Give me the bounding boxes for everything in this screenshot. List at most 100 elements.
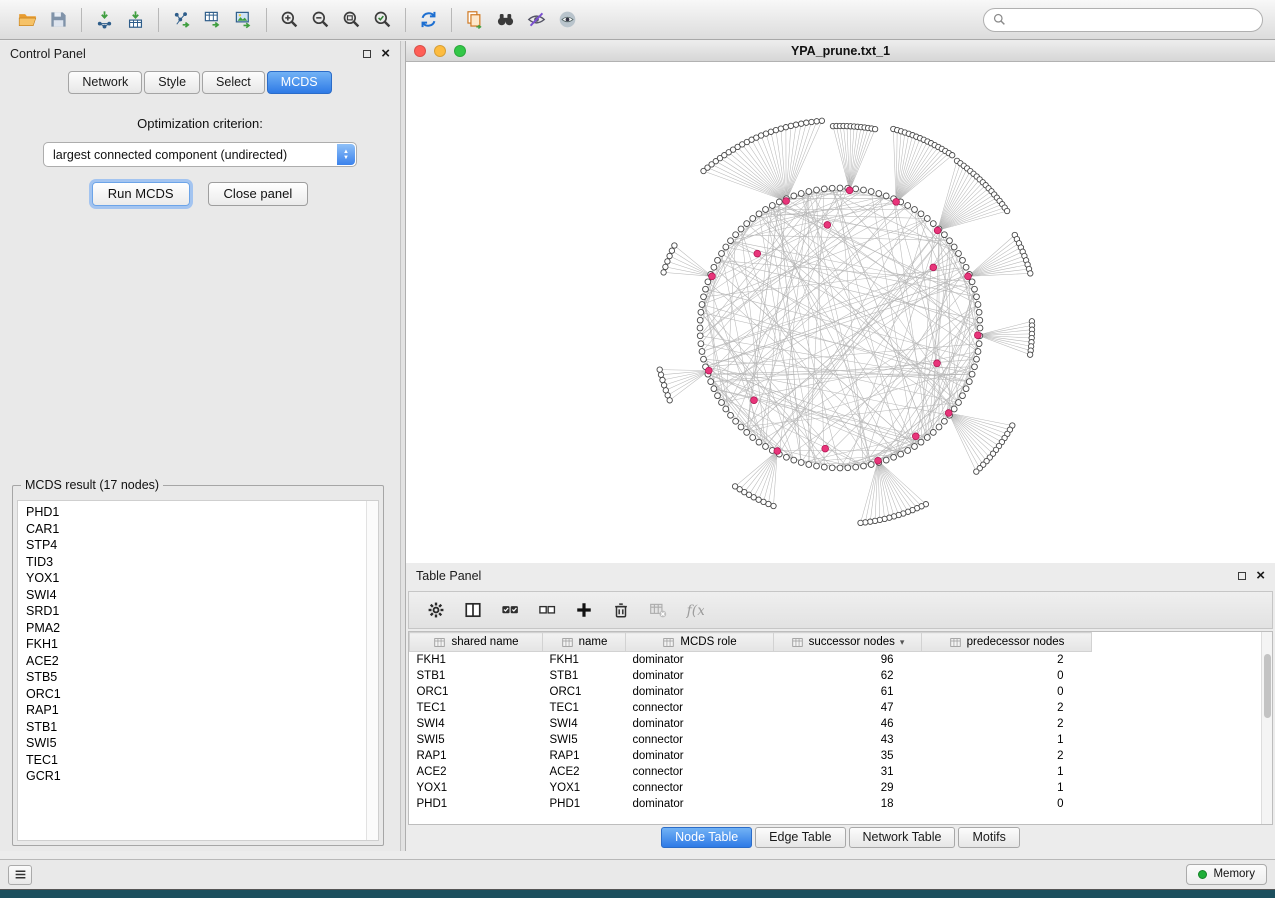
tab-edge-table[interactable]: Edge Table	[755, 827, 845, 848]
result-item[interactable]: TID3	[26, 554, 370, 571]
table-cell[interactable]: SWI4	[543, 716, 626, 732]
table-row[interactable]: SWI4SWI4dominator462	[410, 716, 1263, 732]
binoculars-button[interactable]	[490, 5, 521, 35]
table-cell[interactable]: ACE2	[410, 764, 543, 780]
hide-eye-button[interactable]	[521, 5, 552, 35]
table-cell[interactable]: SWI5	[410, 732, 543, 748]
table-cell[interactable]: 2	[922, 700, 1092, 716]
table-row[interactable]: SWI5SWI5connector431	[410, 732, 1263, 748]
table-cell[interactable]: dominator	[626, 668, 774, 684]
table-row[interactable]: RAP1RAP1dominator352	[410, 748, 1263, 764]
result-item[interactable]: RAP1	[26, 702, 370, 719]
table-cell[interactable]: connector	[626, 700, 774, 716]
close-panel-icon[interactable]: ×	[381, 49, 390, 59]
table-cell[interactable]: 62	[774, 668, 922, 684]
table-cell[interactable]: 96	[774, 652, 922, 668]
table-cell[interactable]: STB1	[543, 668, 626, 684]
table-cell[interactable]: FKH1	[410, 652, 543, 668]
table-scrollbar-thumb[interactable]	[1264, 654, 1271, 718]
table-cell[interactable]: YOX1	[410, 780, 543, 796]
table-cell[interactable]: connector	[626, 780, 774, 796]
table-cell[interactable]: dominator	[626, 716, 774, 732]
network-graph[interactable]	[406, 62, 1275, 563]
table-cell[interactable]: SWI4	[410, 716, 543, 732]
table-cell[interactable]: dominator	[626, 652, 774, 668]
fx-button[interactable]: f(x)	[680, 596, 710, 624]
copy-button[interactable]	[459, 5, 490, 35]
close-panel-button[interactable]: Close panel	[208, 182, 309, 206]
table-cell[interactable]: 31	[774, 764, 922, 780]
disabled-table-button[interactable]	[643, 596, 673, 624]
table-cell[interactable]: ORC1	[543, 684, 626, 700]
table-cell[interactable]: dominator	[626, 684, 774, 700]
table-cell[interactable]: 2	[922, 652, 1092, 668]
task-history-button[interactable]	[8, 865, 32, 885]
table-row[interactable]: STB1STB1dominator620	[410, 668, 1263, 684]
tab-motifs[interactable]: Motifs	[958, 827, 1019, 848]
result-item[interactable]: YOX1	[26, 570, 370, 587]
table-row[interactable]: ORC1ORC1dominator610	[410, 684, 1263, 700]
tab-network[interactable]: Network	[68, 71, 142, 94]
eye-button[interactable]	[552, 5, 583, 35]
table-cell[interactable]: RAP1	[543, 748, 626, 764]
import-table-button[interactable]	[120, 5, 151, 35]
result-item[interactable]: SWI4	[26, 587, 370, 604]
table-row[interactable]: TEC1TEC1connector472	[410, 700, 1263, 716]
column-header-predecessor-nodes[interactable]: predecessor nodes	[922, 633, 1092, 652]
tab-mcds[interactable]: MCDS	[267, 71, 332, 94]
close-table-panel-icon[interactable]: ×	[1256, 571, 1265, 581]
search-box[interactable]	[983, 8, 1263, 32]
table-cell[interactable]: 1	[922, 732, 1092, 748]
network-canvas[interactable]	[406, 62, 1275, 563]
table-cell[interactable]: TEC1	[410, 700, 543, 716]
result-item[interactable]: ACE2	[26, 653, 370, 670]
table-row[interactable]: ACE2ACE2connector311	[410, 764, 1263, 780]
table-cell[interactable]: 0	[922, 796, 1092, 812]
table-cell[interactable]: 18	[774, 796, 922, 812]
table-row[interactable]: FKH1FKH1dominator962	[410, 652, 1263, 668]
import-net-button[interactable]	[89, 5, 120, 35]
table-cell[interactable]: ACE2	[543, 764, 626, 780]
network-titlebar[interactable]: YPA_prune.txt_1	[406, 41, 1275, 62]
zoom-in-button[interactable]	[274, 5, 305, 35]
export-img-button[interactable]	[228, 5, 259, 35]
table-cell[interactable]: connector	[626, 764, 774, 780]
table-cell[interactable]: YOX1	[543, 780, 626, 796]
table-cell[interactable]: connector	[626, 732, 774, 748]
result-item[interactable]: STB5	[26, 669, 370, 686]
result-item[interactable]: TEC1	[26, 752, 370, 769]
table-cell[interactable]: 35	[774, 748, 922, 764]
mcds-result-list[interactable]: PHD1CAR1STP4TID3YOX1SWI4SRD1PMA2FKH1ACE2…	[17, 500, 379, 841]
float-table-panel-icon[interactable]	[1238, 572, 1246, 580]
table-cell[interactable]: 29	[774, 780, 922, 796]
table-cell[interactable]: STB1	[410, 668, 543, 684]
result-item[interactable]: SRD1	[26, 603, 370, 620]
result-item[interactable]: FKH1	[26, 636, 370, 653]
table-cell[interactable]: 47	[774, 700, 922, 716]
column-header-shared-name[interactable]: shared name	[410, 633, 543, 652]
table-cell[interactable]: SWI5	[543, 732, 626, 748]
open-button[interactable]	[12, 5, 43, 35]
tab-style[interactable]: Style	[144, 71, 200, 94]
column-header-name[interactable]: name	[543, 633, 626, 652]
result-item[interactable]: GCR1	[26, 768, 370, 785]
tab-select[interactable]: Select	[202, 71, 265, 94]
search-input[interactable]	[1012, 13, 1253, 27]
columns-button[interactable]	[458, 596, 488, 624]
float-panel-icon[interactable]	[363, 50, 371, 58]
gear-button[interactable]	[421, 596, 451, 624]
table-cell[interactable]: 1	[922, 780, 1092, 796]
table-cell[interactable]: 61	[774, 684, 922, 700]
add-button[interactable]	[569, 596, 599, 624]
table-cell[interactable]: 2	[922, 716, 1092, 732]
zoom-out-button[interactable]	[305, 5, 336, 35]
result-item[interactable]: PMA2	[26, 620, 370, 637]
zoom-fit-button[interactable]	[336, 5, 367, 35]
table-cell[interactable]: 1	[922, 764, 1092, 780]
select-all-button[interactable]	[495, 596, 525, 624]
result-scrollbar[interactable]	[366, 501, 378, 840]
table-cell[interactable]: dominator	[626, 796, 774, 812]
optimization-criterion-select[interactable]: largest connected component (undirected)…	[43, 142, 357, 167]
table-cell[interactable]: 46	[774, 716, 922, 732]
table-row[interactable]: PHD1PHD1dominator180	[410, 796, 1263, 812]
